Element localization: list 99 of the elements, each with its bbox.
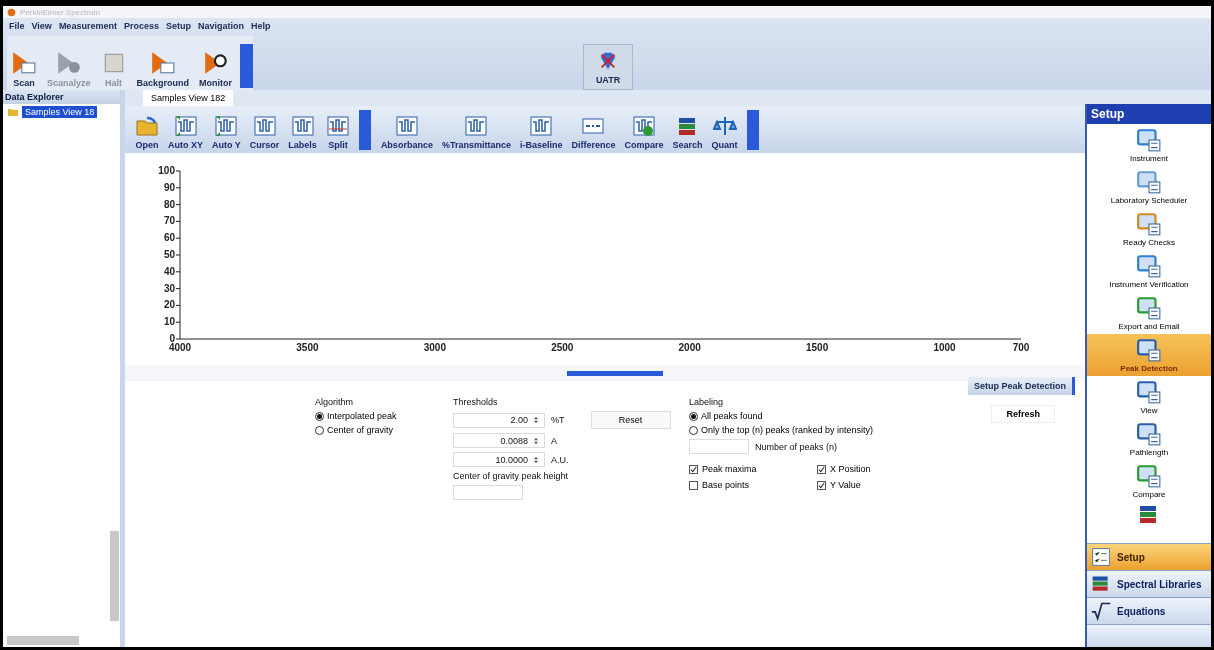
x-tick-label: 1500 bbox=[806, 342, 829, 353]
field-label: Center of gravity peak height bbox=[453, 471, 570, 481]
toolbar-button[interactable]: Difference bbox=[571, 114, 616, 150]
tree-item[interactable]: Samples View 18 bbox=[22, 106, 98, 118]
square-root-icon bbox=[1091, 601, 1111, 621]
unit-label: A bbox=[551, 435, 557, 446]
play-icon bbox=[149, 50, 176, 76]
y-tick-label: 10 bbox=[163, 316, 175, 328]
y-tick-label: 20 bbox=[163, 299, 175, 311]
books-icon bbox=[1091, 574, 1111, 594]
x-tick-label: 3000 bbox=[423, 342, 446, 353]
toolbar-overflow-button[interactable] bbox=[746, 110, 759, 150]
scrollbar-thumb[interactable] bbox=[109, 531, 119, 621]
y-tick-label: 70 bbox=[163, 215, 175, 227]
menu-item[interactable]: Process bbox=[123, 21, 159, 31]
app-logo-icon bbox=[7, 7, 16, 17]
number-field[interactable]: 10.0000 bbox=[453, 452, 545, 467]
folder-icon bbox=[135, 114, 159, 138]
toolbar-button[interactable]: Absorbance bbox=[380, 114, 433, 150]
checkmark-icon bbox=[690, 465, 697, 473]
y-tick-label: 0 bbox=[169, 333, 175, 344]
x-tick-label: 2000 bbox=[678, 342, 701, 353]
toolbar-button[interactable]: Compare bbox=[624, 114, 664, 150]
x-tick-label: 3500 bbox=[296, 342, 319, 353]
accessory-button[interactable]: UATR bbox=[583, 44, 634, 90]
nav-button[interactable]: Equations bbox=[1087, 597, 1211, 624]
y-tick-label: 50 bbox=[163, 249, 175, 260]
arrows-spectrum-icon bbox=[173, 114, 198, 138]
toolbar-button[interactable]: Search bbox=[672, 114, 703, 150]
x-tick-label: 4000 bbox=[168, 342, 192, 353]
toolbar-button[interactable]: Auto Y bbox=[212, 114, 241, 150]
checkbox[interactable]: Peak maxima bbox=[689, 464, 817, 474]
x-tick-label: 1000 bbox=[933, 342, 956, 353]
split-spectrum-icon bbox=[325, 114, 350, 138]
menu-item[interactable]: Navigation bbox=[197, 21, 244, 31]
scale-icon bbox=[712, 114, 737, 138]
spinner-arrows-icon bbox=[532, 436, 540, 445]
scrollbar-thumb[interactable] bbox=[7, 635, 79, 645]
y-tick-label: 60 bbox=[163, 232, 175, 244]
menu-item[interactable]: Measurement bbox=[58, 21, 117, 31]
scrollbar-thumb[interactable] bbox=[567, 370, 663, 376]
field-label: Number of peaks (n) bbox=[755, 441, 838, 452]
panel-title: Data Explorer bbox=[3, 90, 120, 104]
magnifier-icon bbox=[202, 50, 229, 76]
ribbon-button[interactable]: Scan bbox=[9, 50, 39, 88]
y-tick-label: 90 bbox=[163, 181, 175, 193]
reset-button[interactable]: Reset bbox=[590, 411, 671, 429]
folder-icon bbox=[7, 106, 19, 118]
toolbar-button[interactable]: Open bbox=[135, 114, 159, 150]
spinner-arrows-icon bbox=[532, 455, 540, 464]
x-tick-label: 2500 bbox=[551, 342, 574, 353]
menu-item[interactable]: View bbox=[31, 21, 52, 31]
toolbar-button[interactable]: Split bbox=[325, 114, 350, 150]
toolbar-button[interactable]: Labels bbox=[288, 114, 317, 150]
menu-item[interactable]: File bbox=[9, 21, 25, 31]
play-icon bbox=[11, 50, 37, 76]
radio-option[interactable]: Interpolated peak bbox=[315, 411, 453, 421]
setup-peak-detection-button[interactable]: Setup Peak Detection bbox=[967, 377, 1075, 395]
radio-option[interactable]: Only the top (n) peaks (ranked by intensity) bbox=[689, 425, 874, 435]
checkbox[interactable]: Y Value bbox=[817, 480, 874, 490]
menu-item[interactable]: Setup bbox=[165, 21, 191, 31]
group-label: Labeling bbox=[689, 397, 725, 407]
y-tick-label: 40 bbox=[163, 265, 175, 277]
ribbon-button[interactable]: Background bbox=[134, 50, 192, 88]
ribbon-button[interactable]: Monitor bbox=[197, 50, 235, 88]
toolbar-button[interactable]: Cursor bbox=[249, 114, 280, 150]
number-field[interactable] bbox=[689, 439, 749, 454]
nav-button[interactable]: Spectral Libraries bbox=[1087, 570, 1211, 597]
toolbar-button[interactable]: i-Baseline bbox=[519, 114, 563, 150]
checklist-icon bbox=[1091, 547, 1111, 567]
number-field[interactable]: 0.0088 bbox=[453, 433, 545, 448]
setup-item[interactable]: Peak Detection bbox=[1087, 334, 1211, 376]
number-field[interactable] bbox=[453, 485, 523, 500]
check-spectrum-icon bbox=[631, 114, 656, 138]
toolbar-button[interactable]: Quant bbox=[711, 114, 738, 150]
checkbox[interactable]: Base points bbox=[689, 480, 817, 490]
menu-item[interactable]: Help bbox=[250, 21, 271, 31]
radio-option[interactable]: All peaks found bbox=[689, 411, 874, 421]
document-tab[interactable]: Samples View 182 bbox=[143, 90, 234, 106]
panel-title: Setup bbox=[1087, 104, 1211, 124]
number-field[interactable]: 2.00 bbox=[453, 412, 545, 428]
toolbar-overflow-button[interactable] bbox=[358, 110, 371, 150]
toolbar-button[interactable]: Auto XY bbox=[168, 114, 203, 150]
x-tick-label: 700 bbox=[1012, 342, 1030, 353]
checkbox[interactable]: X Position bbox=[817, 464, 874, 474]
unit-label: A.U. bbox=[551, 454, 569, 465]
arrows-spectrum-icon bbox=[214, 114, 239, 138]
unit-label: %T bbox=[551, 415, 565, 425]
ribbon-overflow-button[interactable] bbox=[240, 44, 254, 88]
spinner-arrows-icon bbox=[532, 416, 540, 424]
group-label: Thresholds bbox=[453, 397, 499, 407]
y-tick-label: 100 bbox=[158, 165, 175, 176]
refresh-button[interactable]: Refresh bbox=[991, 405, 1055, 423]
group-label: Algorithm bbox=[315, 397, 354, 407]
nav-button[interactable]: Setup bbox=[1087, 543, 1211, 570]
radio-option[interactable]: Center of gravity bbox=[315, 425, 453, 435]
y-tick-label: 80 bbox=[163, 198, 175, 210]
y-tick-label: 30 bbox=[163, 282, 175, 294]
toolbar-button[interactable]: %Transmittance bbox=[441, 114, 511, 150]
